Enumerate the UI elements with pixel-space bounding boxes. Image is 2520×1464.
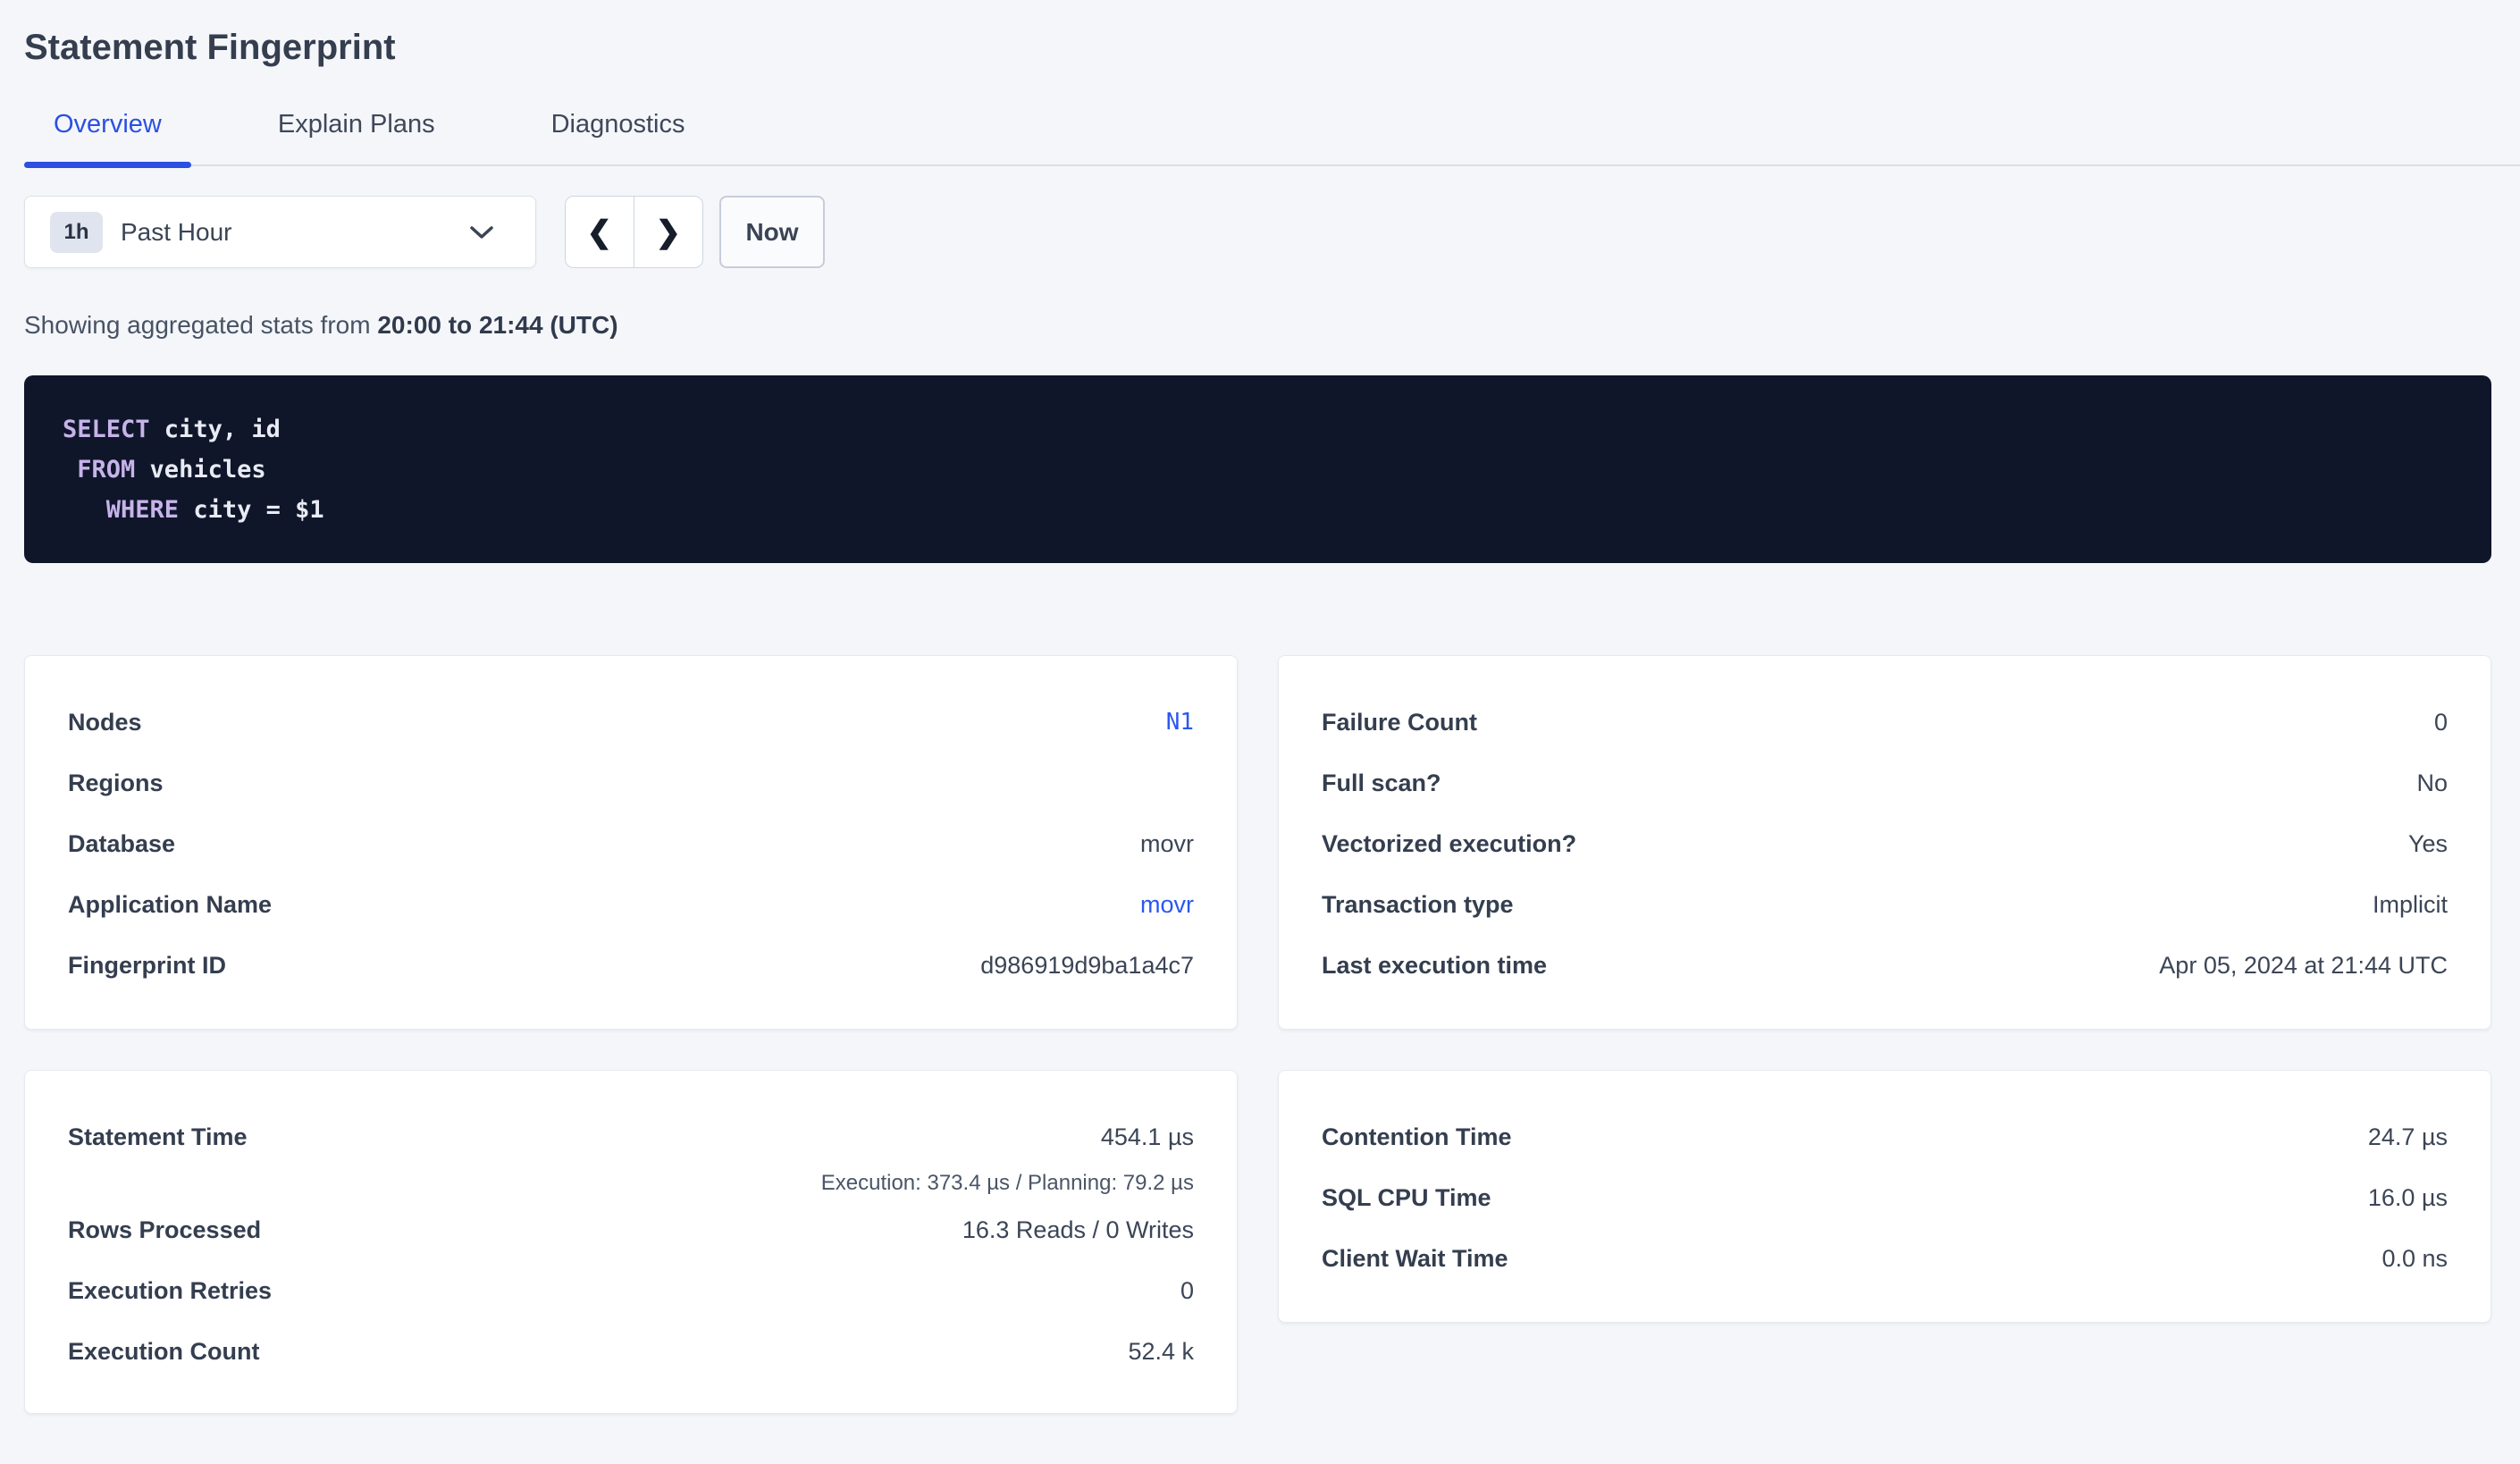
chevron-down-icon (469, 224, 494, 240)
tab-explain-plans-label: Explain Plans (278, 110, 435, 139)
time-interval-dropdown[interactable]: 1h Past Hour (24, 196, 536, 268)
application-name-link[interactable]: movr (1140, 891, 1194, 919)
timing-row-rows-processed: Rows Processed 16.3 Reads / 0 Writes (68, 1199, 1194, 1260)
time-interval-label: Past Hour (121, 218, 469, 247)
tab-diagnostics[interactable]: Diagnostics (522, 107, 715, 164)
aggregated-stats-line: Showing aggregated stats from 20:00 to 2… (24, 311, 2491, 340)
statement-time-breakdown: Execution: 373.4 µs / Planning: 79.2 µs (68, 1167, 1194, 1199)
detail-row-transaction-type: Transaction type Implicit (1322, 874, 2448, 935)
timing-row-execution-count: Execution Count 52.4 k (68, 1321, 1194, 1382)
detail-row-vectorized: Vectorized execution? Yes (1322, 813, 2448, 874)
detail-row-last-execution-time: Last execution time Apr 05, 2024 at 21:4… (1322, 935, 2448, 996)
tab-overview[interactable]: Overview (24, 107, 191, 164)
page-title: Statement Fingerprint (24, 25, 2491, 70)
sql-line: SELECT city, id (63, 409, 2453, 450)
timing-row-statement-time: Statement Time 454.1 µs (68, 1106, 1194, 1167)
sql-line: FROM vehicles (63, 450, 2453, 490)
timing-row-client-wait-time: Client Wait Time 0.0 ns (1322, 1228, 2448, 1289)
statement-details-card: Nodes N1 Regions Database movr Applicati… (24, 655, 1238, 1030)
sql-keyword: WHERE (106, 496, 179, 524)
detail-row-database: Database movr (68, 813, 1194, 874)
statement-timing-card: Statement Time 454.1 µs Execution: 373.4… (24, 1070, 1238, 1414)
detail-row-regions: Regions (68, 753, 1194, 813)
prev-interval-button[interactable]: ❮ (566, 197, 634, 267)
detail-row-application-name: Application Name movr (68, 874, 1194, 935)
sql-keyword: SELECT (63, 416, 150, 443)
right-column: Failure Count 0 Full scan? No Vectorized… (1278, 655, 2491, 1323)
detail-row-failure-count: Failure Count 0 (1322, 692, 2448, 753)
stats-line-prefix: Showing aggregated stats from (24, 311, 377, 339)
detail-row-full-scan: Full scan? No (1322, 753, 2448, 813)
chevron-left-icon: ❮ (587, 215, 613, 250)
wait-timing-card: Contention Time 24.7 µs SQL CPU Time 16.… (1278, 1070, 2491, 1323)
sql-keyword: FROM (77, 456, 135, 484)
execution-attributes-card: Failure Count 0 Full scan? No Vectorized… (1278, 655, 2491, 1030)
tab-bar: Overview Explain Plans Diagnostics (24, 107, 2520, 166)
left-column: Nodes N1 Regions Database movr Applicati… (24, 655, 1238, 1414)
next-interval-button[interactable]: ❯ (634, 197, 703, 267)
interval-arrow-group: ❮ ❯ (565, 196, 703, 268)
tab-explain-plans[interactable]: Explain Plans (248, 107, 465, 164)
now-button[interactable]: Now (719, 196, 825, 268)
timing-row-contention-time: Contention Time 24.7 µs (1322, 1106, 2448, 1167)
timing-row-sql-cpu-time: SQL CPU Time 16.0 µs (1322, 1167, 2448, 1228)
nodes-link[interactable]: N1 (1166, 709, 1194, 736)
timing-row-execution-retries: Execution Retries 0 (68, 1260, 1194, 1321)
sql-line: WHERE city = $1 (63, 490, 2453, 530)
time-controls: 1h Past Hour ❮ ❯ Now (24, 196, 2491, 268)
stats-line-range: 20:00 to 21:44 (UTC) (377, 311, 617, 339)
statement-fingerprint-page: Statement Fingerprint Overview Explain P… (0, 25, 2520, 1414)
tab-diagnostics-label: Diagnostics (551, 110, 685, 139)
time-interval-badge: 1h (50, 212, 103, 253)
tab-overview-label: Overview (54, 110, 162, 139)
summary-cards: Nodes N1 Regions Database movr Applicati… (24, 655, 2491, 1414)
chevron-right-icon: ❯ (656, 215, 682, 250)
detail-row-fingerprint-id: Fingerprint ID d986919d9ba1a4c7 (68, 935, 1194, 996)
sql-statement-box: SELECT city, id FROM vehicles WHERE city… (24, 375, 2491, 563)
detail-row-nodes: Nodes N1 (68, 692, 1194, 753)
